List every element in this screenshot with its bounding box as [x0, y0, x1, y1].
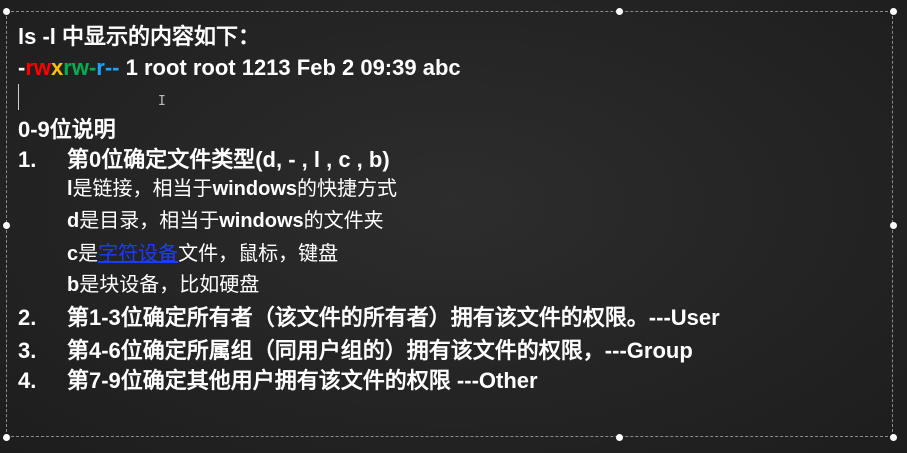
resize-handle-bottom-center[interactable] [616, 434, 623, 441]
perm-owner-r: r [25, 55, 34, 80]
section-title[interactable]: 0-9位说明 [18, 117, 116, 143]
perm-owner-w: w [33, 55, 52, 80]
sub-item-block-device[interactable]: b是块设备，比如硬盘 [67, 272, 259, 298]
perm-line-rest: 1 root root 1213 Feb 2 09:39 abc [119, 55, 461, 80]
sub-item-link[interactable]: l是链接，相当于windows的快捷方式 [67, 176, 397, 202]
text-caret [18, 84, 19, 110]
perm-other-r: r [96, 55, 105, 80]
permission-line[interactable]: -rwxrw-r-- 1 root root 1213 Feb 2 09:39 … [18, 55, 461, 81]
perm-group-w: w [71, 55, 89, 80]
sub-tail: 文件，鼠标，键盘 [178, 243, 339, 265]
item-4-text[interactable]: 第7-9位确定其他用户拥有该文件的权限 ---Other [67, 368, 538, 394]
resize-handle-bottom-left[interactable] [3, 434, 10, 441]
sub-item-char-device[interactable]: c是字符设备文件，鼠标，键盘 [67, 240, 338, 267]
item-3-text[interactable]: 第4-6位确定所属组（同用户组的）拥有该文件的权限，---Group [67, 338, 693, 364]
resize-handle-bottom-right[interactable] [890, 434, 897, 441]
slide-title[interactable]: ls -l 中显示的内容如下： [18, 24, 260, 50]
resize-handle-middle-left[interactable] [3, 222, 10, 229]
sub-text: 是 [78, 243, 99, 265]
item-1-text[interactable]: 第0位确定文件类型(d, - , l , c , b) [67, 147, 390, 173]
char-device-link[interactable]: 字符设备 [98, 241, 178, 265]
item-3-number: 3. [18, 338, 37, 363]
item-2-text[interactable]: 第1-3位确定所有者（该文件的所有者）拥有该文件的权限。---User [67, 305, 720, 331]
ibeam-cursor-icon: I [158, 94, 166, 109]
sub-tail: 的文件夹 [303, 210, 384, 232]
item-4-number: 4. [18, 368, 37, 393]
sub-letter: d [67, 210, 80, 232]
perm-owner-x: x [51, 55, 64, 80]
sub-text: 是目录，相当于 [79, 210, 220, 232]
sub-tail: 的快捷方式 [297, 178, 398, 200]
resize-handle-middle-right[interactable] [890, 222, 897, 229]
perm-group-r: r [63, 55, 72, 80]
resize-handle-top-right[interactable] [890, 8, 897, 15]
item-2-number: 2. [18, 305, 37, 330]
perm-group-x: - [88, 55, 97, 80]
sub-letter: c [67, 243, 79, 265]
sub-windows: windows [219, 210, 304, 232]
resize-handle-top-left[interactable] [3, 8, 10, 15]
perm-other-wx: -- [104, 55, 120, 80]
sub-windows: windows [212, 178, 298, 200]
item-1-number: 1. [18, 147, 37, 172]
sub-letter: b [67, 274, 80, 296]
sub-item-directory[interactable]: d是目录，相当于windows的文件夹 [67, 208, 384, 234]
sub-text: 是链接，相当于 [72, 178, 213, 200]
resize-handle-top-center[interactable] [616, 8, 623, 15]
perm-type-char: - [18, 55, 26, 80]
sub-text: 是块设备，比如硬盘 [79, 274, 260, 296]
